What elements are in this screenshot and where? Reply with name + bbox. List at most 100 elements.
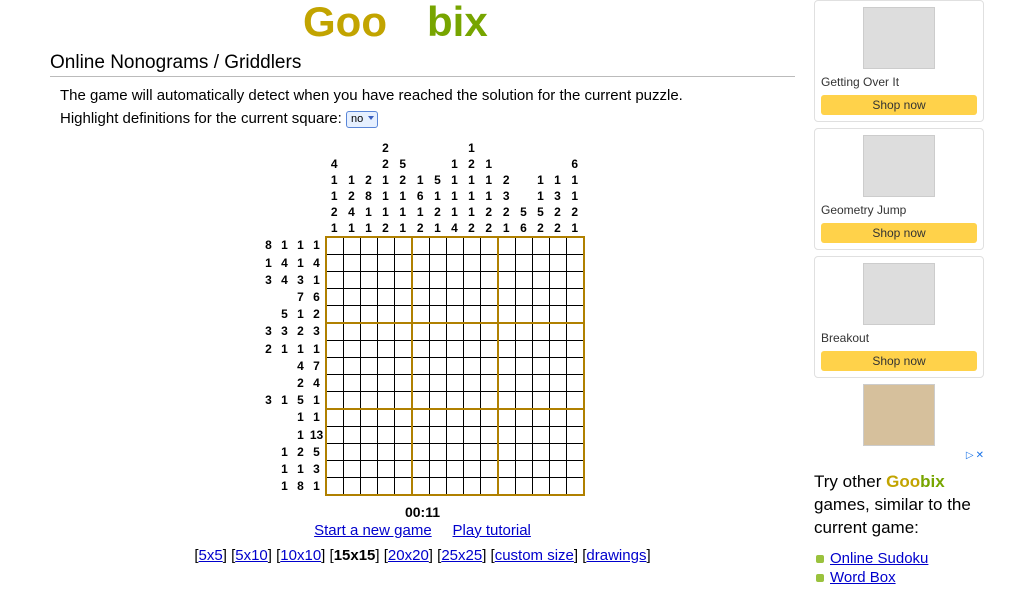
grid-cell[interactable] [412, 288, 430, 305]
grid-cell[interactable] [343, 374, 360, 391]
grid-cell[interactable] [549, 254, 566, 271]
grid-cell[interactable] [446, 340, 463, 357]
grid-cell[interactable] [515, 374, 532, 391]
grid-cell[interactable] [515, 357, 532, 374]
grid-cell[interactable] [532, 409, 549, 427]
grid-cell[interactable] [343, 477, 360, 495]
grid-cell[interactable] [463, 271, 480, 288]
grid-cell[interactable] [515, 409, 532, 427]
grid-cell[interactable] [412, 357, 430, 374]
grid-cell[interactable] [446, 357, 463, 374]
grid-cell[interactable] [360, 409, 377, 427]
ad-close-icon[interactable]: ✕ [976, 450, 984, 461]
grid-cell[interactable] [463, 374, 480, 391]
grid-cell[interactable] [566, 288, 584, 305]
grid-cell[interactable] [326, 237, 344, 255]
grid-cell[interactable] [429, 288, 446, 305]
play-tutorial-link[interactable]: Play tutorial [453, 522, 531, 539]
grid-cell[interactable] [549, 288, 566, 305]
grid-cell[interactable] [549, 460, 566, 477]
grid-cell[interactable] [532, 288, 549, 305]
grid-cell[interactable] [515, 477, 532, 495]
grid-cell[interactable] [480, 340, 498, 357]
grid-cell[interactable] [343, 426, 360, 443]
grid-cell[interactable] [498, 254, 516, 271]
grid-cell[interactable] [566, 340, 584, 357]
grid-cell[interactable] [326, 288, 344, 305]
grid-cell[interactable] [463, 237, 480, 255]
grid-cell[interactable] [498, 477, 516, 495]
grid-cell[interactable] [326, 323, 344, 341]
grid-cell[interactable] [360, 323, 377, 341]
ad-thumb[interactable] [863, 384, 935, 446]
grid-cell[interactable] [532, 271, 549, 288]
grid-cell[interactable] [446, 409, 463, 427]
grid-cell[interactable] [394, 391, 412, 409]
grid-cell[interactable] [377, 340, 394, 357]
grid-cell[interactable] [532, 340, 549, 357]
grid-cell[interactable] [412, 443, 430, 460]
grid-cell[interactable] [515, 323, 532, 341]
grid-cell[interactable] [326, 271, 344, 288]
grid-cell[interactable] [377, 323, 394, 341]
grid-cell[interactable] [394, 288, 412, 305]
grid-cell[interactable] [377, 271, 394, 288]
grid-cell[interactable] [429, 271, 446, 288]
grid-cell[interactable] [360, 305, 377, 323]
grid-cell[interactable] [498, 305, 516, 323]
grid-cell[interactable] [498, 460, 516, 477]
grid-cell[interactable] [498, 323, 516, 341]
grid-cell[interactable] [377, 460, 394, 477]
shop-now-button[interactable]: Shop now [821, 351, 977, 371]
grid-cell[interactable] [498, 271, 516, 288]
grid-cell[interactable] [326, 443, 344, 460]
grid-cell[interactable] [377, 237, 394, 255]
grid-cell[interactable] [549, 323, 566, 341]
grid-cell[interactable] [566, 254, 584, 271]
grid-cell[interactable] [394, 409, 412, 427]
grid-cell[interactable] [429, 237, 446, 255]
grid-cell[interactable] [463, 357, 480, 374]
grid-cell[interactable] [566, 357, 584, 374]
grid-cell[interactable] [566, 237, 584, 255]
related-game-link[interactable]: Online Sudoku [830, 550, 928, 567]
grid-cell[interactable] [480, 305, 498, 323]
grid-cell[interactable] [360, 460, 377, 477]
grid-cell[interactable] [480, 391, 498, 409]
grid-cell[interactable] [412, 409, 430, 427]
grid-cell[interactable] [549, 237, 566, 255]
grid-cell[interactable] [412, 323, 430, 341]
grid-cell[interactable] [566, 323, 584, 341]
grid-cell[interactable] [394, 374, 412, 391]
grid-cell[interactable] [532, 357, 549, 374]
grid-cell[interactable] [446, 477, 463, 495]
grid-cell[interactable] [326, 340, 344, 357]
grid-cell[interactable] [360, 271, 377, 288]
grid-cell[interactable] [326, 460, 344, 477]
grid-cell[interactable] [480, 288, 498, 305]
grid-cell[interactable] [377, 305, 394, 323]
grid-cell[interactable] [532, 443, 549, 460]
grid-cell[interactable] [463, 254, 480, 271]
grid-cell[interactable] [549, 409, 566, 427]
size-link[interactable]: drawings [586, 547, 646, 564]
grid-cell[interactable] [360, 288, 377, 305]
grid-cell[interactable] [480, 460, 498, 477]
grid-cell[interactable] [394, 323, 412, 341]
grid-cell[interactable] [549, 391, 566, 409]
grid-cell[interactable] [515, 237, 532, 255]
grid-cell[interactable] [377, 477, 394, 495]
grid-cell[interactable] [532, 237, 549, 255]
grid-cell[interactable] [463, 460, 480, 477]
grid-cell[interactable] [463, 391, 480, 409]
grid-cell[interactable] [360, 374, 377, 391]
grid-cell[interactable] [446, 460, 463, 477]
grid-cell[interactable] [343, 323, 360, 341]
size-link[interactable]: 25x25 [441, 547, 482, 564]
grid-cell[interactable] [394, 305, 412, 323]
grid-cell[interactable] [566, 460, 584, 477]
grid-cell[interactable] [549, 477, 566, 495]
grid-cell[interactable] [498, 357, 516, 374]
grid-cell[interactable] [343, 271, 360, 288]
ad-card[interactable]: BreakoutShop now [814, 256, 984, 378]
